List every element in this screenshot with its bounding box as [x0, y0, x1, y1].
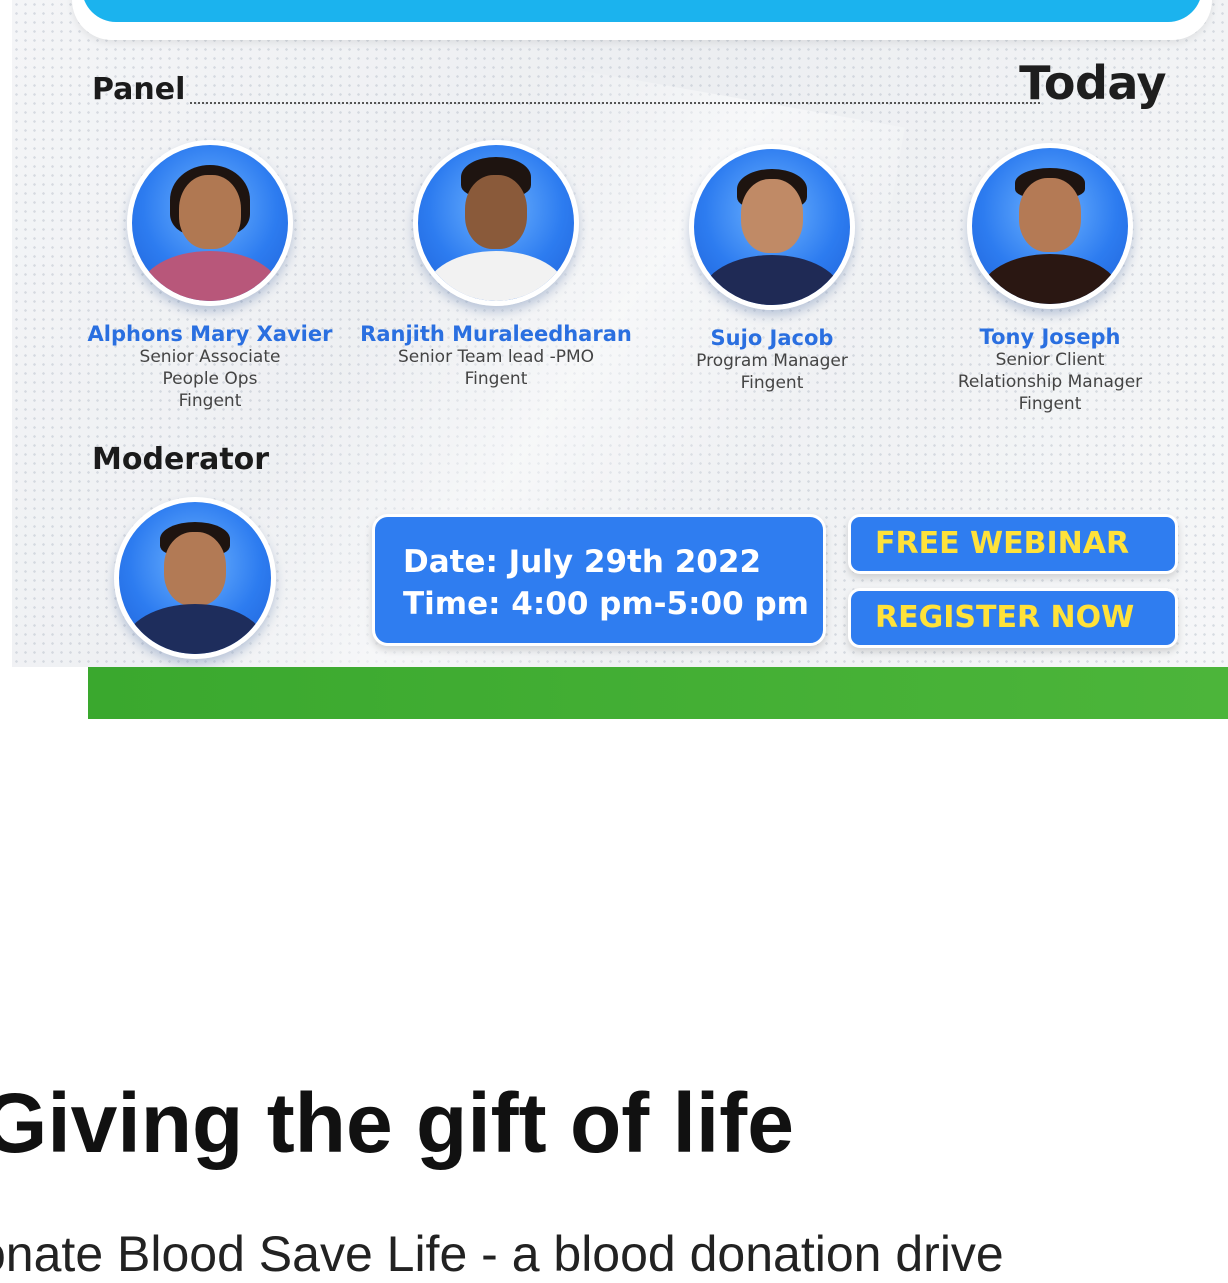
panelist-role: Senior Team lead -PMO Fingent [397, 347, 595, 389]
panelist-role: Senior Client Relationship Manager Finge… [957, 350, 1143, 414]
free-webinar-badge: FREE WEBINAR [848, 514, 1178, 574]
panelist-name: Sujo Jacob [710, 326, 834, 350]
panel-heading: Panel [92, 72, 186, 107]
panelist-card: Tony Joseph Senior Client Relationship M… [900, 143, 1200, 415]
panelist-photo [413, 140, 579, 306]
panelist-photo [127, 140, 293, 306]
banner-top-card [72, 0, 1212, 40]
panel-dotted-rule [190, 102, 1040, 104]
panelist-photo [689, 144, 855, 310]
panelist-name: Ranjith Muraleedharan [360, 322, 632, 346]
event-time: Time: 4:00 pm-5:00 pm [403, 586, 809, 622]
panelist-card: Ranjith Muraleedharan Senior Team lead -… [346, 140, 646, 390]
panelist-name: Tony Joseph [979, 325, 1121, 349]
panelist-card: Sujo Jacob Program Manager Fingent [622, 144, 922, 394]
article-lead-text: onate Blood Save Life - a blood donation… [0, 1226, 1004, 1282]
register-now-button[interactable]: REGISTER NOW [848, 588, 1178, 648]
moderator-heading: Moderator [92, 442, 270, 477]
webinar-banner-image: Panel Today Alphons Mary Xavier Senior A… [12, 0, 1228, 667]
event-date: Date: July 29th 2022 [403, 544, 762, 580]
panelist-role: Senior Associate People Ops Fingent [139, 347, 281, 411]
moderator-photo [114, 497, 276, 659]
event-datetime-box: Date: July 29th 2022 Time: 4:00 pm-5:00 … [372, 514, 826, 646]
panelist-card: Alphons Mary Xavier Senior Associate Peo… [60, 140, 360, 412]
banner-top-blue-strip [82, 0, 1202, 22]
article-title: Giving the gift of life [0, 1076, 794, 1170]
panelist-role: Program Manager Fingent [696, 351, 848, 393]
panelist-name: Alphons Mary Xavier [87, 322, 333, 346]
moderator-card [114, 497, 276, 659]
green-accent-bar [88, 667, 1228, 719]
panelist-photo [967, 143, 1133, 309]
today-heading: Today [1019, 56, 1166, 110]
